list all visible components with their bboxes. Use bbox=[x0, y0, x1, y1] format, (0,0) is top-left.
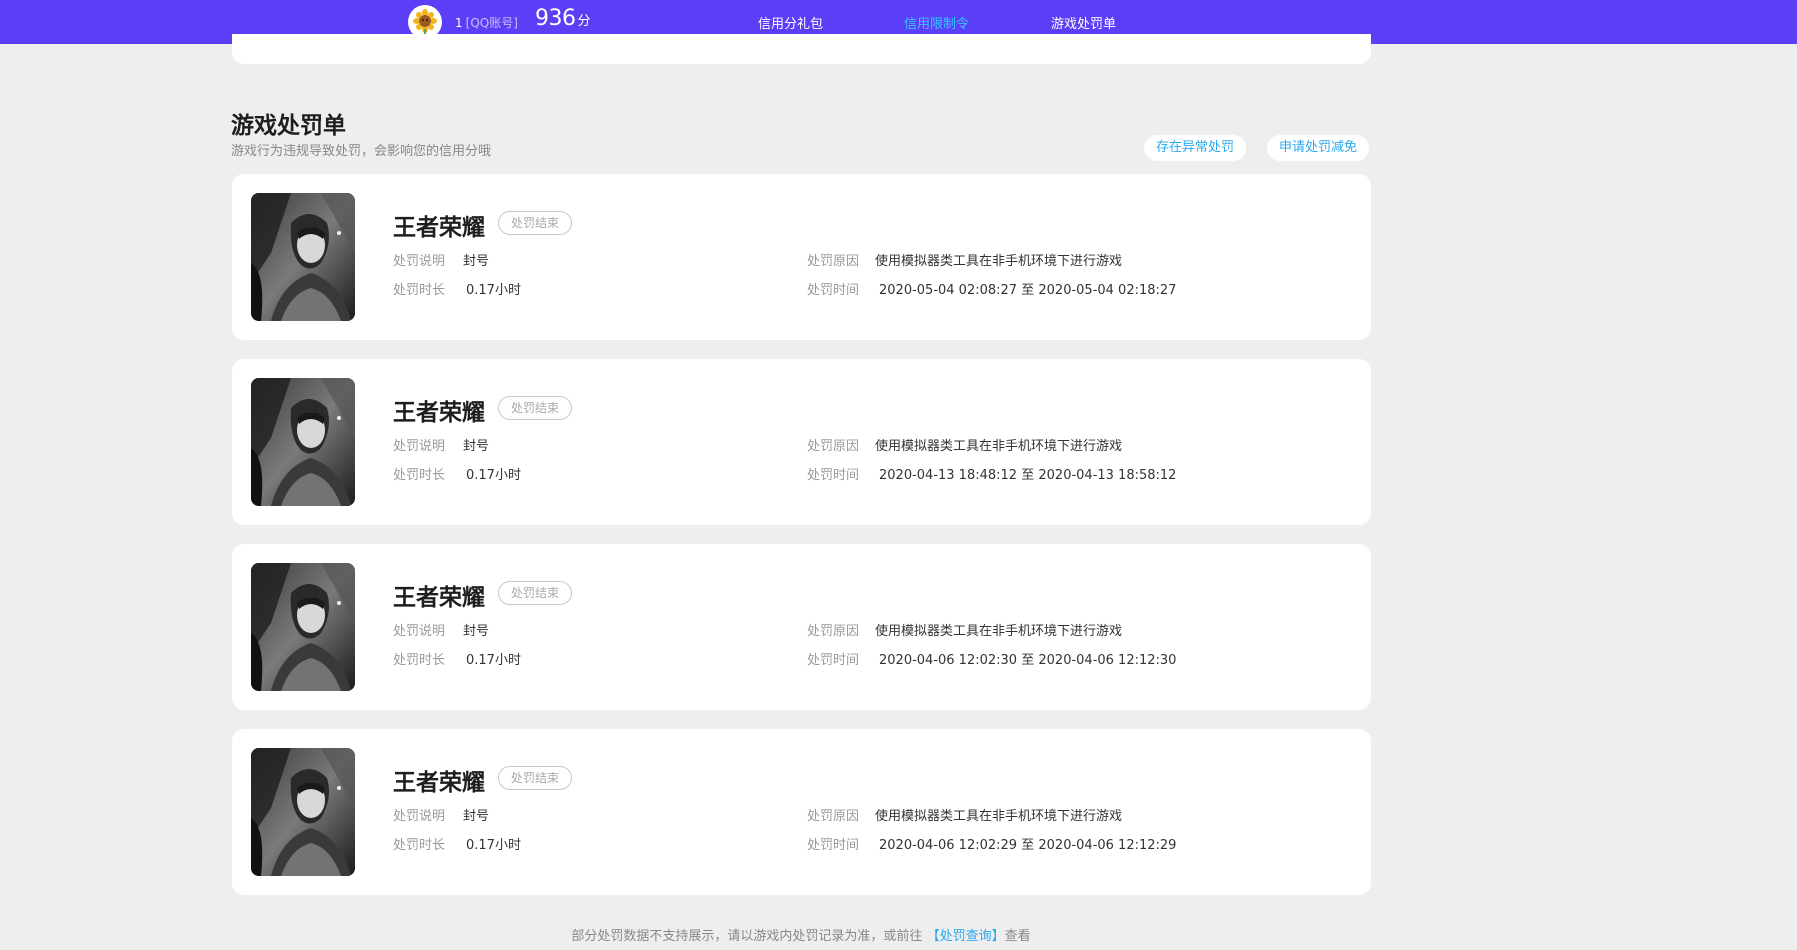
hero-portrait-icon bbox=[251, 193, 355, 321]
reason-label: 处罚原因 bbox=[807, 254, 860, 269]
reason-value: 使用模拟器类工具在非手机环境下进行游戏 bbox=[875, 254, 1123, 269]
score-unit: 分 bbox=[577, 14, 591, 29]
game-hero-image bbox=[251, 563, 355, 691]
desc-value: 封号 bbox=[463, 624, 490, 639]
time-start: 2020-04-06 12:02:30 bbox=[879, 653, 1018, 668]
reason-value: 使用模拟器类工具在非手机环境下进行游戏 bbox=[875, 809, 1123, 824]
desc-label: 处罚说明 bbox=[393, 254, 446, 269]
game-hero-image bbox=[251, 193, 355, 321]
time-value: 2020-05-04 02:08:27 至 2020-05-04 02:18:2… bbox=[879, 279, 1176, 298]
sunflower-avatar-icon bbox=[413, 9, 437, 36]
section-subtitle: 游戏行为违规导致处罚，会影响您的信用分哦 bbox=[231, 144, 492, 159]
hero-portrait-icon bbox=[251, 378, 355, 506]
reason-value: 使用模拟器类工具在非手机环境下进行游戏 bbox=[875, 439, 1123, 454]
time-end: 2020-04-06 12:12:29 bbox=[1038, 838, 1177, 853]
time-end: 2020-04-06 12:12:30 bbox=[1038, 653, 1177, 668]
reason-label: 处罚原因 bbox=[807, 809, 860, 824]
reason-label: 处罚原因 bbox=[807, 624, 860, 639]
duration-label: 处罚时长 bbox=[393, 838, 446, 853]
time-start: 2020-05-04 02:08:27 bbox=[879, 283, 1018, 298]
status-badge: 处罚结束 bbox=[498, 396, 573, 420]
game-hero-image bbox=[251, 748, 355, 876]
time-end: 2020-04-13 18:58:12 bbox=[1038, 468, 1177, 483]
time-value: 2020-04-06 12:02:30 至 2020-04-06 12:12:3… bbox=[879, 649, 1176, 668]
status-badge: 处罚结束 bbox=[498, 766, 573, 790]
time-value: 2020-04-06 12:02:29 至 2020-04-06 12:12:2… bbox=[879, 834, 1176, 853]
reason-label: 处罚原因 bbox=[807, 439, 860, 454]
nav-credit-restriction[interactable]: 信用限制令 bbox=[904, 13, 969, 32]
status-badge: 处罚结束 bbox=[498, 581, 573, 605]
nav-credit-gift[interactable]: 信用分礼包 bbox=[758, 13, 823, 32]
footer-text: 部分处罚数据不支持展示，请以游戏内处罚记录为准，或前往 bbox=[571, 929, 923, 944]
time-to: 至 bbox=[1021, 653, 1035, 668]
abnormal-punishment-button[interactable]: 存在异常处罚 bbox=[1144, 135, 1247, 161]
desc-value: 封号 bbox=[463, 809, 490, 824]
account-info: 1 [QQ账号] bbox=[455, 14, 518, 31]
punishment-card: 王者荣耀 处罚结束 处罚说明 封号 处罚时长 0.17小时 处罚原因 使用模拟器… bbox=[232, 729, 1371, 895]
time-label: 处罚时间 bbox=[807, 283, 860, 298]
game-hero-image bbox=[251, 378, 355, 506]
reason-value: 使用模拟器类工具在非手机环境下进行游戏 bbox=[875, 624, 1123, 639]
time-start: 2020-04-06 12:02:29 bbox=[879, 838, 1018, 853]
game-name: 王者荣耀 bbox=[393, 770, 485, 796]
account-tag: [QQ账号] bbox=[465, 16, 518, 30]
time-to: 至 bbox=[1021, 468, 1035, 483]
duration-value: 0.17小时 bbox=[466, 653, 521, 668]
duration-value: 0.17小时 bbox=[466, 283, 521, 298]
game-name: 王者荣耀 bbox=[393, 215, 485, 241]
time-label: 处罚时间 bbox=[807, 468, 860, 483]
hero-portrait-icon bbox=[251, 563, 355, 691]
time-label: 处罚时间 bbox=[807, 838, 860, 853]
desc-label: 处罚说明 bbox=[393, 439, 446, 454]
duration-value: 0.17小时 bbox=[466, 468, 521, 483]
punishment-card: 王者荣耀 处罚结束 处罚说明 封号 处罚时长 0.17小时 处罚原因 使用模拟器… bbox=[232, 359, 1371, 525]
game-name: 王者荣耀 bbox=[393, 400, 485, 426]
time-to: 至 bbox=[1021, 838, 1035, 853]
duration-label: 处罚时长 bbox=[393, 283, 446, 298]
duration-label: 处罚时长 bbox=[393, 653, 446, 668]
footer-note: 部分处罚数据不支持展示，请以游戏内处罚记录为准，或前往 【处罚查询】查看 bbox=[0, 925, 1602, 944]
time-start: 2020-04-13 18:48:12 bbox=[879, 468, 1018, 483]
game-name: 王者荣耀 bbox=[393, 585, 485, 611]
time-label: 处罚时间 bbox=[807, 653, 860, 668]
footer-text-end: 查看 bbox=[1004, 929, 1031, 944]
hero-portrait-icon bbox=[251, 748, 355, 876]
duration-value: 0.17小时 bbox=[466, 838, 521, 853]
desc-value: 封号 bbox=[463, 439, 490, 454]
desc-label: 处罚说明 bbox=[393, 624, 446, 639]
desc-value: 封号 bbox=[463, 254, 490, 269]
desc-label: 处罚说明 bbox=[393, 809, 446, 824]
duration-label: 处罚时长 bbox=[393, 468, 446, 483]
previous-card bbox=[232, 34, 1371, 64]
time-to: 至 bbox=[1021, 283, 1035, 298]
status-badge: 处罚结束 bbox=[498, 211, 573, 235]
section-title: 游戏处罚单 bbox=[231, 113, 346, 139]
punishment-card: 王者荣耀 处罚结束 处罚说明 封号 处罚时长 0.17小时 处罚原因 使用模拟器… bbox=[232, 544, 1371, 710]
time-end: 2020-05-04 02:18:27 bbox=[1038, 283, 1177, 298]
account-id: 1 bbox=[455, 16, 463, 30]
punishment-query-link[interactable]: 【处罚查询】 bbox=[927, 929, 1005, 944]
score-value: 936 bbox=[535, 6, 576, 31]
time-value: 2020-04-13 18:48:12 至 2020-04-13 18:58:1… bbox=[879, 464, 1176, 483]
credit-score: 936 分 bbox=[535, 6, 591, 31]
punishment-card: 王者荣耀 处罚结束 处罚说明 封号 处罚时长 0.17小时 处罚原因 使用模拟器… bbox=[232, 174, 1371, 340]
apply-reduction-button[interactable]: 申请处罚减免 bbox=[1267, 135, 1370, 161]
nav-game-punishment[interactable]: 游戏处罚单 bbox=[1051, 13, 1116, 32]
